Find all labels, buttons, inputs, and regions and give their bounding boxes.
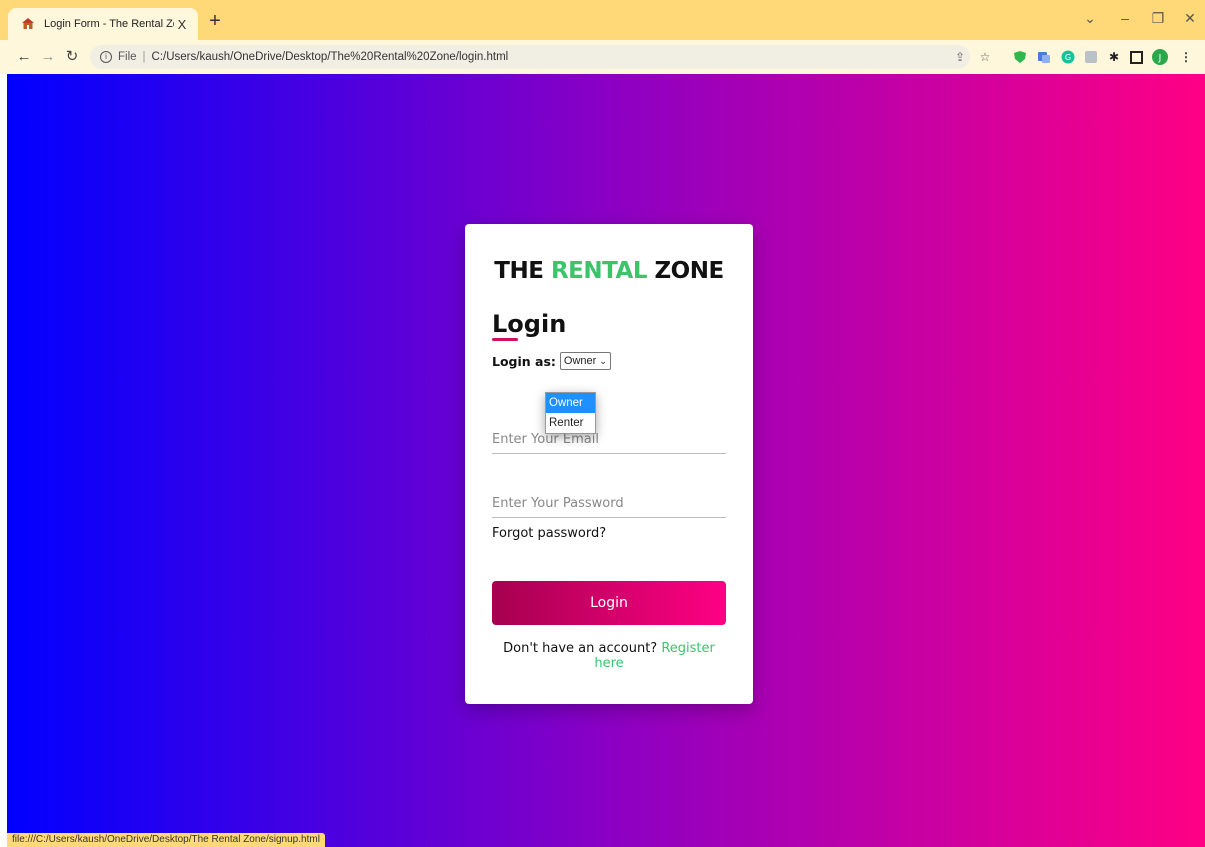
role-selected-value: Owner — [563, 355, 597, 367]
close-window-icon[interactable]: ✕ — [1180, 10, 1200, 27]
profile-avatar-icon[interactable]: J — [1152, 49, 1168, 65]
tab-close-button[interactable]: X — [174, 17, 190, 32]
new-tab-button[interactable]: + — [206, 11, 224, 31]
forgot-password-link[interactable]: Forgot password? — [492, 526, 726, 541]
page-title-text: Login — [492, 310, 567, 338]
side-panel-icon[interactable] — [1128, 49, 1144, 65]
address-url: C:/Users/kaush/OneDrive/Desktop/The%20Re… — [151, 51, 509, 63]
role-row: Login as: Owner ⌄ — [492, 352, 726, 370]
tab-search-icon[interactable]: ⌄ — [1080, 10, 1100, 27]
brand-text-rental: RENTAL — [550, 258, 648, 284]
tab-title: Login Form - The Rental Zone — [44, 18, 174, 30]
page-title: Login — [492, 310, 567, 341]
menu-kebab-icon[interactable]: ⋮ — [1178, 49, 1194, 65]
role-dropdown-menu: Owner Renter — [545, 392, 596, 434]
house-icon — [20, 16, 36, 32]
brand-text-zone: ZONE — [647, 258, 725, 284]
status-bar: file:///C:/Users/kaush/OneDrive/Desktop/… — [7, 833, 325, 847]
minimize-icon[interactable]: – — [1115, 10, 1135, 26]
share-icon[interactable]: ⇪ — [952, 49, 968, 65]
email-field[interactable] — [492, 432, 726, 447]
page-background: THE RENTAL ZONE Login Login as: Owner ⌄ … — [7, 74, 1205, 847]
title-underline — [492, 338, 518, 341]
role-option-renter[interactable]: Renter — [546, 413, 595, 433]
browser-toolbar: ← → ↻ i File | C:/Users/kaush/OneDrive/D… — [0, 40, 1205, 74]
address-separator: | — [142, 51, 146, 63]
role-label: Login as: — [492, 353, 556, 369]
email-field-wrapper — [492, 420, 726, 454]
password-field-wrapper — [492, 484, 726, 518]
chevron-down-icon: ⌄ — [599, 355, 607, 366]
brand-text-the: THE — [494, 258, 551, 284]
brand-logo: THE RENTAL ZONE — [492, 258, 726, 284]
signup-prompt: Don't have an account? — [503, 641, 658, 656]
shield-extension-icon[interactable] — [1012, 49, 1028, 65]
grammarly-extension-icon[interactable]: G — [1060, 49, 1076, 65]
info-icon[interactable]: i — [100, 51, 112, 63]
login-card: THE RENTAL ZONE Login Login as: Owner ⌄ … — [465, 224, 753, 704]
restore-icon[interactable]: ❐ — [1148, 10, 1168, 27]
svg-text:J: J — [1158, 54, 1162, 64]
browser-tabbar: Login Form - The Rental Zone X + ⌄ – ❐ ✕ — [0, 0, 1205, 40]
back-icon[interactable]: ← — [14, 47, 34, 67]
role-select[interactable]: Owner ⌄ — [559, 352, 611, 370]
address-bar[interactable]: i File | C:/Users/kaush/OneDrive/Desktop… — [90, 45, 970, 69]
browser-tab[interactable]: Login Form - The Rental Zone X — [8, 8, 198, 40]
extension-k-icon[interactable] — [1083, 49, 1099, 65]
svg-text:G: G — [1065, 53, 1071, 62]
translate-extension-icon[interactable] — [1036, 49, 1052, 65]
extensions-puzzle-icon[interactable]: ✱ — [1106, 49, 1122, 65]
signup-line: Don't have an account? Register here — [492, 641, 726, 671]
role-option-owner[interactable]: Owner — [546, 393, 595, 413]
forward-icon[interactable]: → — [38, 47, 58, 67]
bookmark-star-icon[interactable]: ☆ — [977, 49, 993, 65]
address-scheme: File — [118, 51, 137, 63]
reload-icon[interactable]: ↻ — [62, 47, 82, 67]
password-field[interactable] — [492, 496, 726, 511]
login-button[interactable]: Login — [492, 581, 726, 625]
